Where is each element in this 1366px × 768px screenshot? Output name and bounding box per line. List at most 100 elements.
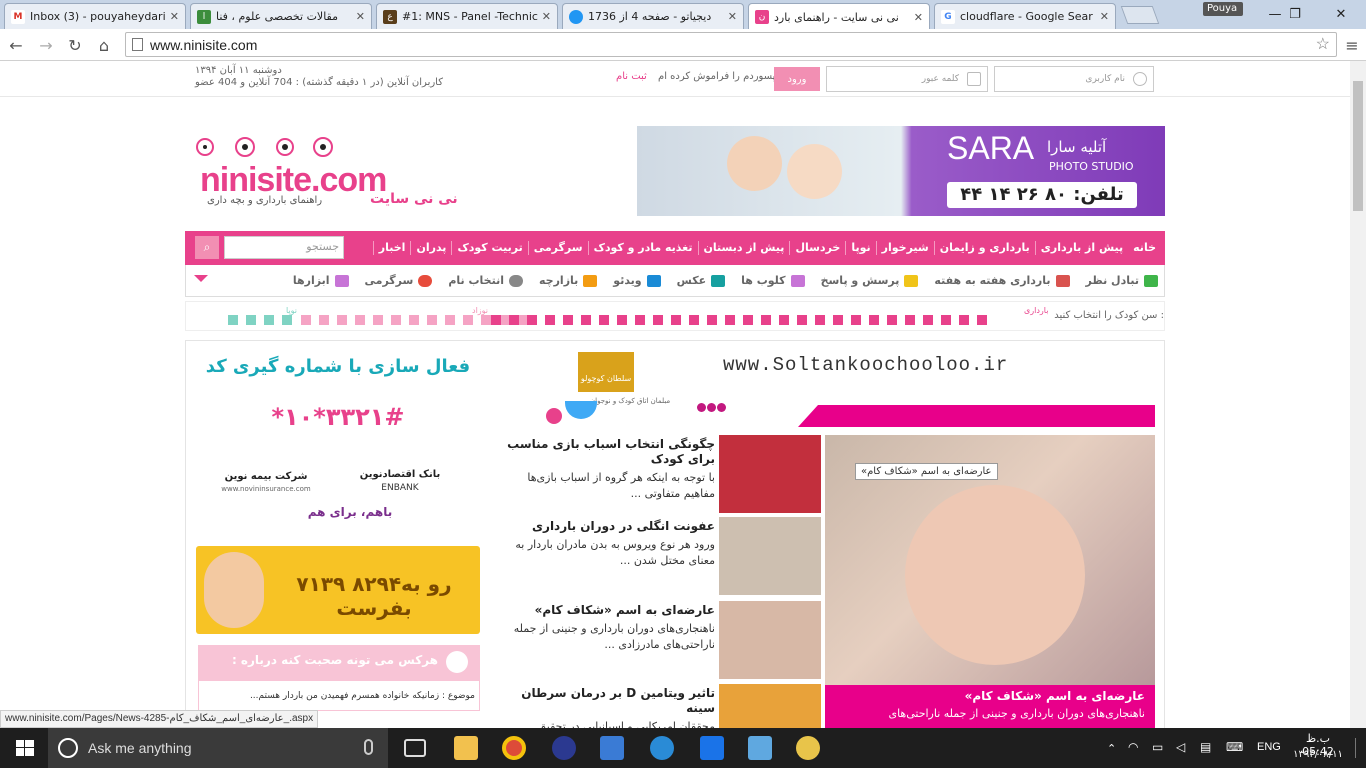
age-square[interactable] [301, 315, 311, 325]
age-square[interactable] [246, 315, 256, 325]
age-square[interactable] [337, 315, 347, 325]
nav-item[interactable]: پدران [410, 241, 451, 255]
maximize-button[interactable]: ❐ [1275, 0, 1315, 28]
nav-item[interactable]: تربیت کودک [451, 241, 527, 255]
page-scrollbar[interactable] [1350, 61, 1366, 728]
close-icon[interactable]: ✕ [170, 10, 179, 23]
file-explorer-icon[interactable] [454, 736, 478, 760]
keyboard-icon[interactable]: ⌨ [1226, 740, 1243, 754]
age-square[interactable] [707, 315, 717, 325]
app-icon[interactable] [600, 736, 624, 760]
tab-ninisite[interactable]: ن نی نی سایت - راهنمای بارد ✕ [748, 3, 930, 30]
close-icon[interactable]: ✕ [914, 11, 923, 24]
news-thumb[interactable] [719, 601, 821, 679]
age-square[interactable] [833, 315, 843, 325]
clock-date[interactable]: ۱۳۹۴/۰۸/۱۱ [1290, 749, 1346, 760]
password-field[interactable]: کلمه عبور [826, 66, 988, 92]
close-icon[interactable]: ✕ [728, 10, 737, 23]
news-item[interactable]: تاثیر ویتامین D بر درمان سرطان سینه محققا… [505, 686, 715, 728]
subnav-item[interactable]: سرگرمی [365, 274, 433, 287]
subnav-item[interactable]: پرسش و پاسخ [821, 274, 919, 287]
tab-digiato[interactable]: دیجیاتو - صفحه 4 از 1736 ✕ [562, 3, 744, 29]
news-item[interactable]: عارضه‌ای به اسم «شکاف کام» ناهنجاری‌های د… [505, 603, 715, 653]
age-square[interactable] [653, 315, 663, 325]
news-thumb[interactable] [719, 435, 821, 513]
age-square[interactable] [264, 315, 274, 325]
age-square[interactable] [941, 315, 951, 325]
settings-icon[interactable] [700, 736, 724, 760]
news-thumb[interactable] [719, 684, 821, 728]
network-app-icon[interactable] [650, 736, 674, 760]
featured-caption[interactable]: عارضه‌ای به اسم «شکاف کام» ناهنجاری‌های … [825, 685, 1155, 728]
age-square[interactable] [779, 315, 789, 325]
news-item[interactable]: عفونت انگلی در دوران بارداری ورود هر نوع … [505, 519, 715, 569]
profile-button[interactable]: Pouya [1203, 2, 1243, 16]
close-icon[interactable]: ✕ [542, 10, 551, 23]
news-thumb[interactable] [719, 517, 821, 595]
age-square[interactable] [282, 315, 292, 325]
subnav-item[interactable]: ابزارها [293, 274, 349, 287]
menu-icon[interactable]: ≡ [1341, 34, 1363, 56]
sms-ad-banner[interactable]: ۷۱۳۹ رو به۸۲۹۴ بفرست [196, 546, 480, 634]
nav-item[interactable]: خردسال [789, 241, 845, 255]
featured-image[interactable]: عارضه‌ای به اسم «شکاف کام» [825, 435, 1155, 685]
age-square[interactable] [445, 315, 455, 325]
notification-icon[interactable]: ▤ [1200, 740, 1211, 754]
nav-item[interactable]: اخبار [372, 241, 411, 255]
tab-gmail[interactable]: M Inbox (3) - pouyaheydari ✕ [4, 3, 186, 29]
subnav-item[interactable]: بازارچه [539, 274, 598, 287]
register-link[interactable]: ثبت نام [616, 71, 647, 82]
nav-item[interactable]: پیش از بارداری [1034, 241, 1128, 255]
age-square[interactable] [545, 315, 555, 325]
windows-start-icon[interactable] [16, 740, 34, 756]
tab-articles[interactable]: ا مقالات تخصصی علوم ، فنا ✕ [190, 3, 372, 29]
age-square[interactable] [481, 315, 491, 325]
scroll-thumb[interactable] [1353, 81, 1363, 211]
age-square[interactable] [491, 315, 501, 325]
age-square[interactable] [815, 315, 825, 325]
age-square[interactable] [599, 315, 609, 325]
chevron-up-icon[interactable]: ⌃ [1107, 742, 1116, 755]
age-square[interactable] [509, 315, 519, 325]
forgot-password-link[interactable]: پسوردم را فراموش کرده ام [658, 71, 775, 82]
reload-icon[interactable]: ↻ [64, 34, 86, 56]
age-square[interactable] [355, 315, 365, 325]
subnav-item[interactable]: بارداری هفته به هفته [934, 274, 1070, 287]
age-square[interactable] [743, 315, 753, 325]
soltan-url[interactable]: www.Soltankoochooloo.ir [723, 354, 1008, 376]
nav-item[interactable]: بارداری و زایمان [933, 241, 1035, 255]
age-square[interactable] [671, 315, 681, 325]
task-view-icon[interactable] [404, 739, 426, 757]
age-square[interactable] [228, 315, 238, 325]
age-square[interactable] [527, 315, 537, 325]
age-square[interactable] [617, 315, 627, 325]
search-icon[interactable]: ⌕ [195, 236, 219, 259]
age-square[interactable] [463, 315, 473, 325]
age-square[interactable] [319, 315, 329, 325]
chrome-icon[interactable] [502, 736, 526, 760]
close-icon[interactable]: ✕ [1100, 10, 1109, 23]
nav-item[interactable]: تغذیه مادر و کودک [587, 241, 698, 255]
age-square[interactable] [797, 315, 807, 325]
paint-icon[interactable] [796, 736, 820, 760]
age-square[interactable] [427, 315, 437, 325]
app-icon[interactable] [748, 736, 772, 760]
chevron-down-icon[interactable] [194, 275, 208, 282]
nav-item[interactable]: خانه [1128, 241, 1161, 255]
age-square[interactable] [725, 315, 735, 325]
age-square[interactable] [761, 315, 771, 325]
tab-google[interactable]: Gcloudflare - Google Sear ✕ [934, 3, 1116, 29]
age-square[interactable] [977, 315, 987, 325]
age-square[interactable] [887, 315, 897, 325]
subnav-item[interactable]: عکس [677, 274, 726, 287]
age-square[interactable] [563, 315, 573, 325]
star-icon[interactable]: ☆ [1316, 34, 1330, 54]
subnav-item[interactable]: تبادل نظر [1086, 274, 1158, 287]
news-item[interactable]: چگونگی انتخاب اسباب بازی مناسب برای کودک… [505, 437, 715, 502]
age-square[interactable] [373, 315, 383, 325]
language-indicator[interactable]: ENG [1257, 741, 1281, 753]
nav-item[interactable]: نوپا [845, 241, 875, 255]
close-icon[interactable]: ✕ [356, 10, 365, 23]
show-desktop-button[interactable] [1355, 738, 1359, 758]
username-field[interactable]: نام کاربری [994, 66, 1154, 92]
